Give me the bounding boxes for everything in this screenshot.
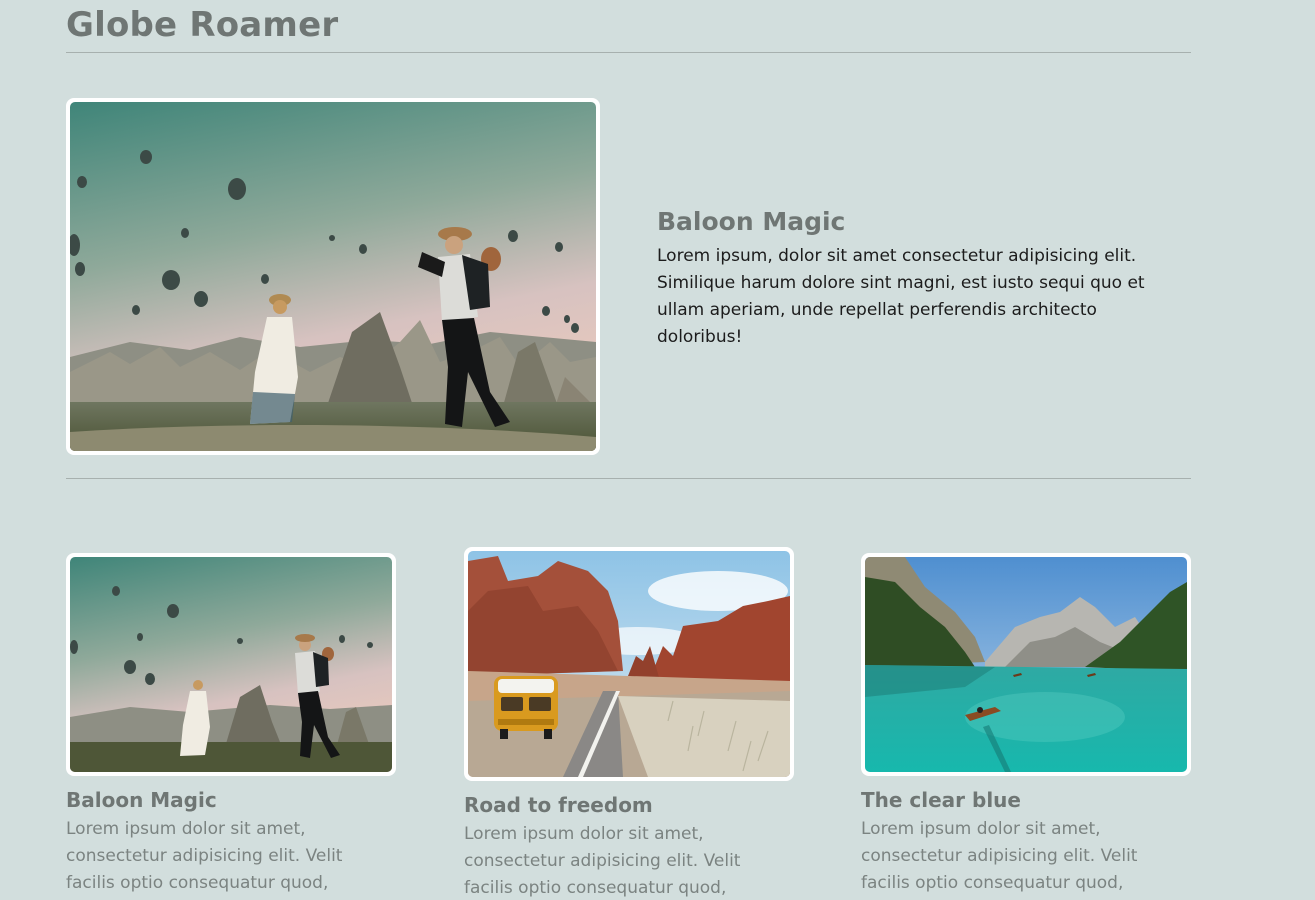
- card-image-frame: [861, 553, 1191, 776]
- card-title[interactable]: Baloon Magic: [66, 786, 396, 814]
- card-image-frame: [464, 547, 794, 781]
- card-title[interactable]: The clear blue: [861, 786, 1191, 814]
- card-description: Lorem ipsum dolor sit amet, consectetur …: [464, 824, 741, 898]
- card-description: Lorem ipsum dolor sit amet, consectetur …: [66, 819, 343, 893]
- card-the-clear-blue[interactable]: The clear blue Lorem ipsum dolor sit ame…: [861, 553, 1191, 897]
- lake-photo: [865, 557, 1187, 772]
- site-title[interactable]: Globe Roamer: [66, 3, 338, 47]
- card-road-to-freedom[interactable]: Road to freedom Lorem ipsum dolor sit am…: [464, 547, 794, 900]
- card-description: Lorem ipsum dolor sit amet, consectetur …: [861, 819, 1138, 893]
- header-divider: [66, 52, 1191, 53]
- balloon-photo: [70, 102, 596, 451]
- featured-text: Baloon Magic Lorem ipsum, dolor sit amet…: [657, 205, 1187, 351]
- section-divider: [66, 478, 1191, 479]
- road-photo: [468, 551, 790, 777]
- featured-description: Lorem ipsum, dolor sit amet consectetur …: [657, 246, 1145, 347]
- card-image-frame: [66, 553, 396, 776]
- card-baloon-magic[interactable]: Baloon Magic Lorem ipsum dolor sit amet,…: [66, 553, 396, 897]
- featured-title[interactable]: Baloon Magic: [657, 205, 1187, 239]
- card-title[interactable]: Road to freedom: [464, 791, 794, 819]
- featured-image-frame[interactable]: [66, 98, 600, 455]
- balloon-photo: [70, 557, 392, 772]
- page: Globe Roamer Baloon Magic Lorem ipsum, d…: [0, 0, 1315, 900]
